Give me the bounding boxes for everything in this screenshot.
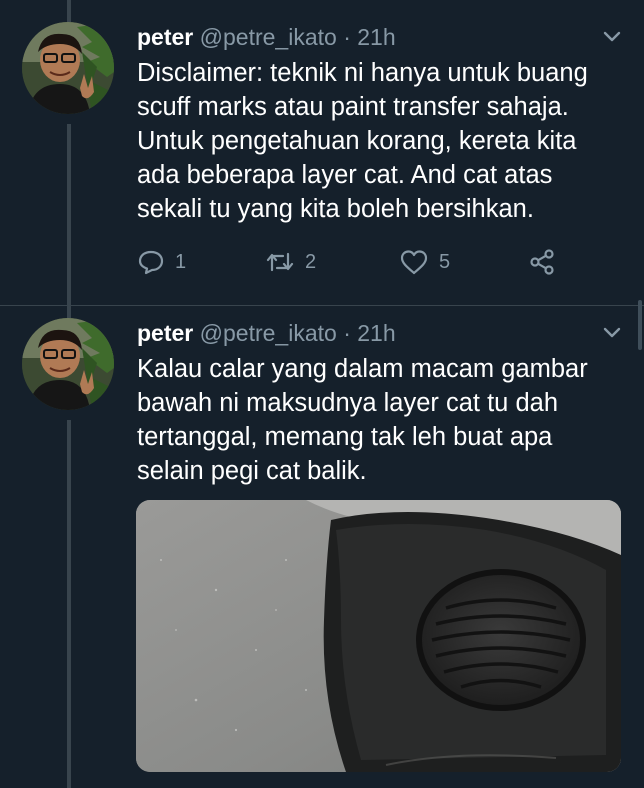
tweet-divider (0, 305, 644, 306)
retweet-count: 2 (305, 250, 317, 273)
tweet-text-line: Untuk pengetahuan korang, kereta kita (137, 127, 577, 155)
reply-count: 1 (175, 250, 187, 273)
reply-button[interactable]: 1 (137, 247, 186, 277)
tweet-header: peter @petre_ikato · 21h (137, 318, 396, 348)
avatar[interactable] (22, 318, 114, 410)
tweet-text-line: sekali tu yang kita boleh bersihkan. (137, 195, 534, 223)
display-name[interactable]: peter (137, 320, 193, 346)
tweet-header: peter @petre_ikato · 21h (137, 22, 396, 52)
tweet-text-line: Disclaimer: teknik ni hanya untuk buang (137, 59, 588, 87)
retweet-button[interactable]: 2 (265, 247, 316, 277)
timestamp[interactable]: 21h (357, 320, 395, 346)
timestamp[interactable]: 21h (357, 24, 395, 50)
separator: · (343, 320, 351, 346)
tweet-text-line: tertanggal, memang tak leh buat apa (137, 423, 553, 451)
retweet-icon (265, 248, 295, 276)
like-count: 5 (439, 250, 451, 273)
tweet-text-line: scuff marks atau paint transfer sahaja. (137, 93, 569, 121)
like-button[interactable]: 5 (399, 247, 450, 277)
scrollbar[interactable] (638, 300, 642, 350)
handle[interactable]: @petre_ikato (200, 24, 337, 50)
tweet-1[interactable]: peter @petre_ikato · 21h Disclaimer: tek… (0, 22, 644, 305)
handle[interactable]: @petre_ikato (200, 320, 337, 346)
chevron-down-icon[interactable] (600, 24, 624, 48)
chevron-down-icon[interactable] (600, 320, 624, 344)
like-icon (399, 248, 429, 276)
share-icon (527, 247, 557, 277)
reply-icon (137, 248, 165, 276)
tweet-photo[interactable] (136, 500, 621, 772)
tweet-text-line: ada beberapa layer cat. And cat atas (137, 161, 553, 189)
tweet-text-line: selain pegi cat balik. (137, 457, 367, 485)
tweet-text: Disclaimer: teknik ni hanya untuk buang … (137, 56, 617, 226)
tweet-text: Kalau calar yang dalam macam gambar bawa… (137, 352, 617, 488)
share-button[interactable] (527, 247, 557, 277)
tweet-text-line: Kalau calar yang dalam macam gambar (137, 355, 588, 383)
separator: · (343, 24, 351, 50)
thread-line-top (67, 0, 71, 22)
tweet-text-line: bawah ni maksudnya layer cat tu dah (137, 389, 558, 417)
display-name[interactable]: peter (137, 24, 193, 50)
tweet-actions: 1 2 5 (137, 247, 577, 277)
avatar[interactable] (22, 22, 114, 114)
